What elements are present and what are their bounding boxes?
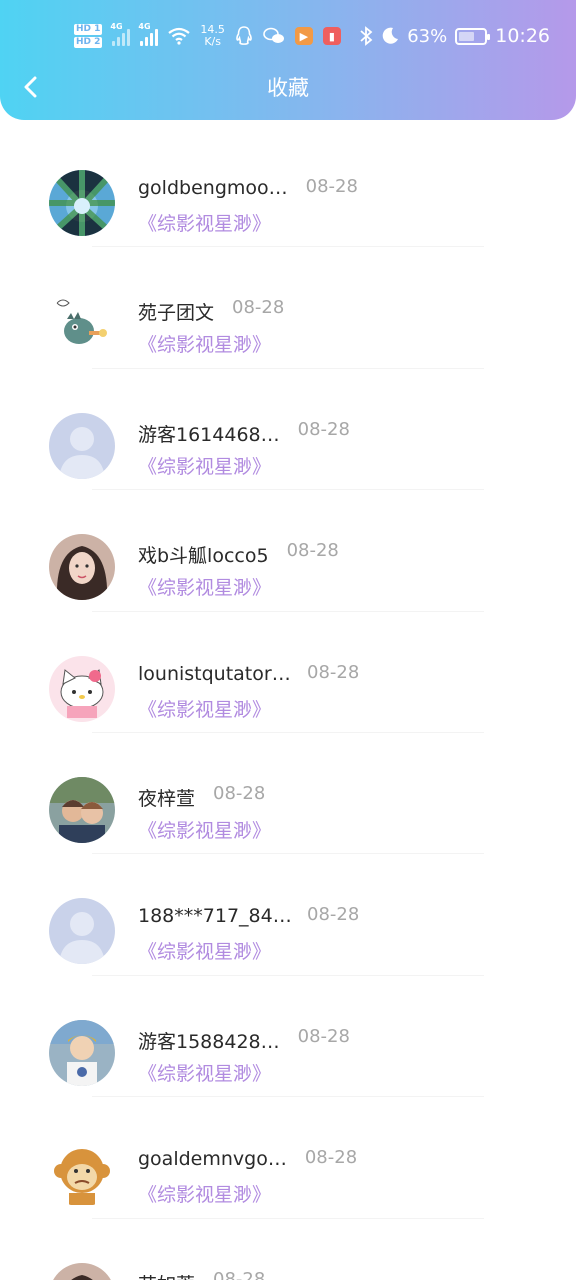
book-title-link[interactable]: 《综影视星渺》 (138, 695, 271, 722)
signal-icon: 4G (138, 22, 159, 46)
favorites-list: goldbengmoo… 08-28 《综影视星渺》 苑子团文 08-28 《综影视星渺》… (0, 126, 576, 1280)
avatar[interactable] (49, 534, 115, 601)
signal-icon: 4G (110, 22, 131, 46)
clock: 10:26 (495, 25, 550, 47)
reader-app-icon: ▮ (322, 27, 341, 45)
list-item[interactable]: 夜梓萱 08-28 《综影视星渺》 (0, 733, 576, 855)
qq-icon (236, 26, 252, 45)
battery-fill (459, 31, 475, 41)
list-item[interactable]: lounistqutator… 08-28 《综影视星渺》 (0, 612, 576, 733)
bluetooth-icon (360, 26, 373, 46)
book-title-link[interactable]: 《综影视星渺》 (138, 937, 271, 964)
book-title-link[interactable]: 《综影视星渺》 (138, 452, 271, 479)
battery-percent: 63% (407, 25, 448, 47)
avatar[interactable] (49, 170, 115, 236)
page-title: 收藏 (267, 76, 309, 100)
book-title-link[interactable]: 《综影视星渺》 (138, 1180, 271, 1207)
user-name: lounistqutator… (138, 662, 291, 685)
hd-badges: HD 1 HD 2 (74, 24, 103, 48)
avatar[interactable] (49, 898, 115, 965)
list-item[interactable]: 188***717_84… 08-28 《综影视星渺》 (0, 854, 576, 976)
net1-label: 4G (110, 22, 123, 31)
avatar[interactable] (49, 291, 115, 358)
book-title-link[interactable]: 《综影视星渺》 (138, 573, 271, 600)
user-name: 戏b斗觚locco5 (138, 545, 269, 568)
user-name: 夜梓萱 (138, 787, 196, 810)
book-title-link[interactable]: 《综影视星渺》 (138, 209, 271, 236)
favorite-date: 08-28 (213, 1268, 266, 1280)
favorite-date: 08-28 (307, 904, 360, 926)
top-header: HD 1 HD 2 4G 4G 14.5 K/s ▶ ▮ 63% 10:26 收… (0, 0, 576, 120)
book-title-link[interactable]: 《综影视星渺》 (138, 816, 271, 843)
list-item[interactable]: 游客1588428… 08-28 《综影视星渺》 (0, 976, 576, 1098)
user-name: 游客1588428… (138, 1030, 280, 1053)
favorite-date: 08-28 (307, 661, 360, 683)
status-right: 63% 10:26 (359, 18, 550, 54)
user-name: 188***717_84… (138, 905, 292, 928)
list-item[interactable]: 花如萱08-28《综影视星渺》 (0, 1219, 576, 1280)
book-title-link[interactable]: 《综影视星渺》 (138, 1059, 271, 1086)
hd1-badge: HD 1 (74, 24, 103, 35)
list-item[interactable]: 苑子团文 08-28 《综影视星渺》 (0, 247, 576, 369)
avatar[interactable] (49, 776, 115, 843)
favorite-date: 08-28 (286, 540, 339, 562)
list-item[interactable]: 戏b斗觚locco5 08-28 《综影视星渺》 (0, 490, 576, 612)
status-left: HD 1 HD 2 4G 4G 14.5 K/s ▶ ▮ (74, 18, 341, 54)
avatar[interactable] (49, 1019, 115, 1086)
favorite-date: 08-28 (297, 1025, 350, 1047)
list-item[interactable]: goldbengmoo… 08-28 《综影视星渺》 (0, 126, 576, 248)
speed-unit: K/s (204, 35, 221, 48)
favorite-date: 08-28 (232, 297, 285, 319)
battery-icon (455, 27, 491, 45)
user-name: goldbengmoo… (138, 177, 288, 199)
favorite-date: 08-28 (297, 418, 350, 440)
net2-label: 4G (138, 22, 151, 31)
user-name: 游客1614468… (138, 423, 280, 446)
net-speed: 14.5 K/s (200, 24, 225, 48)
favorite-date: 08-28 (213, 782, 266, 804)
favorite-date: 08-28 (305, 176, 358, 197)
user-name: goaldemnvgo… (138, 1148, 287, 1171)
list-item[interactable]: goaldemnvgo… 08-28 《综影视星渺》 (0, 1097, 576, 1219)
moon-icon (382, 27, 399, 44)
video-app-icon: ▶ (294, 27, 313, 45)
list-item[interactable]: 游客1614468… 08-28 《综影视星渺》 (0, 369, 576, 491)
hd2-badge: HD 2 (74, 37, 103, 48)
avatar[interactable] (49, 1262, 115, 1280)
avatar[interactable] (49, 1141, 115, 1208)
avatar[interactable] (49, 412, 115, 479)
favorite-date: 08-28 (304, 1147, 358, 1169)
user-name: 花如萱 (138, 1270, 195, 1280)
wechat-icon (263, 27, 284, 43)
user-name: 苑子团文 (138, 302, 215, 325)
status-bar: HD 1 HD 2 4G 4G 14.5 K/s ▶ ▮ 63% 10:26 (0, 18, 576, 54)
avatar[interactable] (49, 655, 115, 722)
book-title-link[interactable]: 《综影视星渺》 (138, 330, 271, 357)
wifi-icon (168, 27, 191, 45)
